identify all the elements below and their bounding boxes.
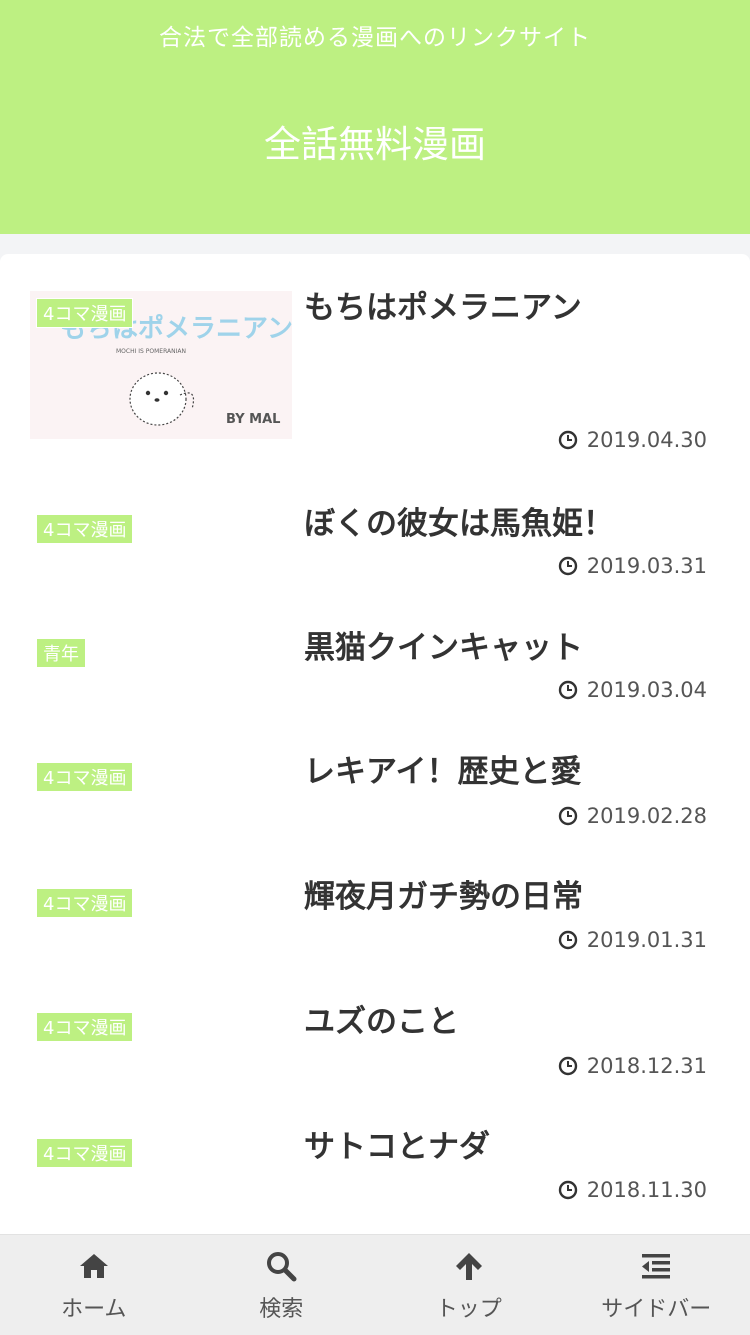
post-date-text: 2019.04.30 xyxy=(587,428,707,452)
clock-icon xyxy=(558,1056,578,1076)
thumbnail-credit: BY MAL xyxy=(226,412,280,427)
article-title[interactable]: 黒猫クインキャット xyxy=(304,622,583,667)
list-item[interactable]: 4コマ漫画 輝夜月ガチ勢の日常 2019.01.31 xyxy=(0,843,750,968)
clock-icon xyxy=(558,556,578,576)
post-date: 2019.04.30 xyxy=(558,428,707,452)
article-title[interactable]: ユズのこと xyxy=(304,996,459,1041)
clock-icon xyxy=(558,930,578,950)
clock-icon xyxy=(558,806,578,826)
article-title[interactable]: ぼくの彼女は馬魚姫！ xyxy=(304,498,614,543)
post-date: 2019.02.28 xyxy=(558,804,707,828)
category-badge[interactable]: 青年 xyxy=(36,638,86,668)
post-date-text: 2018.11.30 xyxy=(587,1178,707,1202)
nav-search-label: 検索 xyxy=(259,1291,303,1323)
post-date-text: 2018.12.31 xyxy=(587,1054,707,1078)
thumbnail-subtitle: MOCHI IS POMERANIAN xyxy=(116,348,186,355)
article-list: もちはポメラニアン MOCHI IS POMERANIAN BY MAL 4コマ… xyxy=(0,254,750,1234)
clock-icon xyxy=(558,1180,578,1200)
search-icon xyxy=(264,1249,298,1283)
category-badge[interactable]: 4コマ漫画 xyxy=(36,762,133,792)
nav-sidebar-label: サイドバー xyxy=(601,1291,711,1323)
post-date-text: 2019.03.31 xyxy=(587,554,707,578)
post-date: 2018.11.30 xyxy=(558,1178,707,1202)
home-icon xyxy=(77,1249,111,1283)
clock-icon xyxy=(558,430,578,450)
article-title[interactable]: もちはポメラニアン xyxy=(304,282,582,327)
category-badge[interactable]: 4コマ漫画 xyxy=(36,298,133,328)
category-badge[interactable]: 4コマ漫画 xyxy=(36,1138,133,1168)
site-title[interactable]: 全話無料漫画 xyxy=(0,114,750,168)
bottom-navigation: ホーム 検索 トップ サイドバー xyxy=(0,1234,750,1335)
post-date-text: 2019.02.28 xyxy=(587,804,707,828)
list-item[interactable]: 4コマ漫画 ぼくの彼女は馬魚姫！ 2019.03.31 xyxy=(0,468,750,593)
post-date: 2019.03.31 xyxy=(558,554,707,578)
post-date: 2019.03.04 xyxy=(558,678,707,702)
nav-sidebar-button[interactable]: サイドバー xyxy=(563,1235,750,1335)
site-header: 合法で全部読める漫画へのリンクサイト 全話無料漫画 xyxy=(0,0,750,234)
list-item[interactable]: もちはポメラニアン MOCHI IS POMERANIAN BY MAL 4コマ… xyxy=(0,254,750,468)
site-tagline: 合法で全部読める漫画へのリンクサイト xyxy=(0,18,750,52)
article-title[interactable]: レキアイ！歴史と愛 xyxy=(304,746,581,791)
post-date: 2019.01.31 xyxy=(558,928,707,952)
post-date: 2018.12.31 xyxy=(558,1054,707,1078)
post-date-text: 2019.03.04 xyxy=(587,678,707,702)
category-badge[interactable]: 4コマ漫画 xyxy=(36,888,133,918)
category-badge[interactable]: 4コマ漫画 xyxy=(36,514,133,544)
clock-icon xyxy=(558,680,578,700)
nav-home-label: ホーム xyxy=(61,1291,126,1323)
arrow-up-icon xyxy=(452,1249,486,1283)
list-item[interactable]: 青年 黒猫クインキャット 2019.03.04 xyxy=(0,593,750,718)
post-date-text: 2019.01.31 xyxy=(587,928,707,952)
list-item[interactable]: 4コマ漫画 レキアイ！歴史と愛 2019.02.28 xyxy=(0,718,750,843)
category-badge[interactable]: 4コマ漫画 xyxy=(36,1012,133,1042)
nav-top-button[interactable]: トップ xyxy=(375,1235,563,1335)
article-title[interactable]: 輝夜月ガチ勢の日常 xyxy=(304,871,583,916)
article-title[interactable]: サトコとナダ xyxy=(304,1121,490,1166)
list-item[interactable]: 4コマ漫画 サトコとナダ 2018.11.30 xyxy=(0,1093,750,1218)
list-item[interactable]: 4コマ漫画 ユズのこと 2018.12.31 xyxy=(0,968,750,1093)
sidebar-icon xyxy=(639,1249,673,1283)
nav-top-label: トップ xyxy=(436,1291,502,1323)
nav-search-button[interactable]: 検索 xyxy=(188,1235,376,1335)
nav-home-button[interactable]: ホーム xyxy=(0,1235,188,1335)
